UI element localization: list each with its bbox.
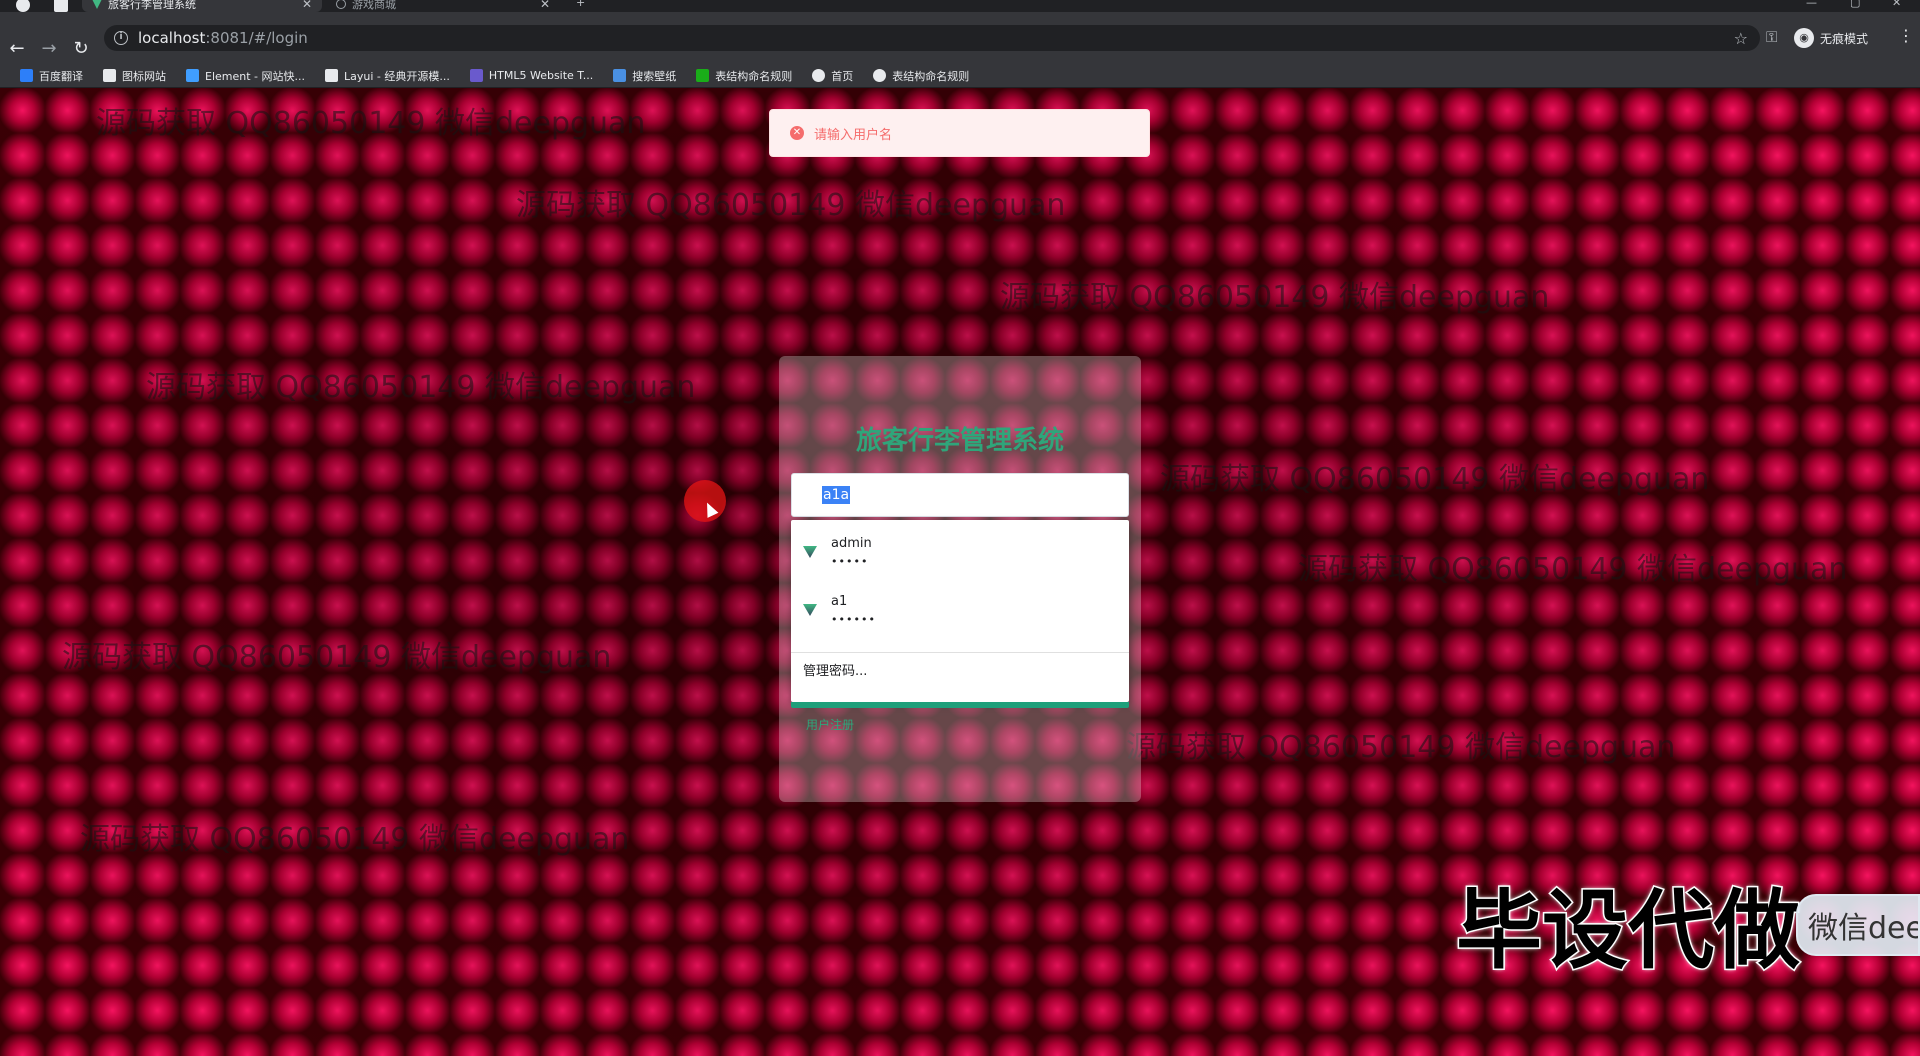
bookmark-label: 表结构命名规则 bbox=[892, 69, 970, 83]
incognito-icon: ◉ bbox=[1794, 28, 1814, 48]
layui-icon bbox=[325, 69, 338, 82]
bookmark-item[interactable]: 表结构命名规则 bbox=[863, 68, 979, 84]
close-icon[interactable]: ✕ bbox=[540, 0, 550, 11]
cursor-highlight bbox=[684, 480, 726, 522]
watermark: 源码获取 QQ86050149 微信deepguan bbox=[62, 640, 612, 675]
tab-inactive[interactable]: 游戏商城 ✕ bbox=[326, 0, 560, 12]
autofill-item-admin[interactable]: admin ••••• bbox=[791, 526, 1129, 578]
reload-icon[interactable]: ↻ bbox=[70, 38, 92, 60]
url-path: :8081/#/login bbox=[205, 29, 308, 47]
bookmark-label: 表结构命名规则 bbox=[715, 69, 793, 83]
element-icon bbox=[186, 69, 199, 82]
back-icon[interactable]: ← bbox=[6, 38, 28, 60]
error-message-toast: ✕ 请输入用户名 bbox=[769, 109, 1150, 157]
login-button[interactable] bbox=[791, 702, 1129, 708]
browser-tab-strip: 旅客行李管理系统 ✕ 游戏商城 ✕ + — ▢ ✕ bbox=[0, 0, 1920, 12]
maximize-icon[interactable]: ▢ bbox=[1850, 0, 1860, 9]
register-link[interactable]: 用户注册 bbox=[806, 716, 854, 733]
bookmark-item[interactable]: 搜索壁纸 bbox=[603, 68, 686, 84]
bookmark-label: HTML5 Website T... bbox=[488, 69, 594, 82]
divider bbox=[791, 652, 1129, 653]
translate-icon bbox=[20, 69, 33, 82]
more-menu-icon[interactable]: ⋮ bbox=[1898, 26, 1914, 45]
wallpaper-icon bbox=[613, 69, 627, 82]
vue-logo-icon bbox=[803, 604, 817, 616]
login-title: 旅客行李管理系统 bbox=[855, 426, 1064, 456]
watermark: 源码获取 QQ86050149 微信deepguan bbox=[1160, 462, 1710, 497]
minimize-icon[interactable]: — bbox=[1806, 0, 1817, 9]
autofill-username: a1 bbox=[831, 594, 848, 609]
bookmark-label: 首页 bbox=[831, 69, 854, 83]
bookmark-item[interactable]: 首页 bbox=[802, 68, 863, 84]
error-message-text: 请输入用户名 bbox=[814, 127, 893, 143]
bookmark-item[interactable]: Element - 网站快... bbox=[176, 68, 315, 84]
username-value: a1a bbox=[822, 486, 851, 504]
globe-icon bbox=[812, 69, 826, 82]
bookmark-item[interactable]: 图标网站 bbox=[93, 68, 176, 84]
watermark: 源码获取 QQ86050149 微信deepguan bbox=[516, 188, 1066, 223]
bookmark-item[interactable]: 表结构命名规则 bbox=[686, 68, 802, 84]
promo-badge: 微信deepguan bbox=[1796, 894, 1920, 956]
autofill-item-a1[interactable]: a1 •••••• bbox=[791, 584, 1129, 636]
tab-active[interactable]: 旅客行李管理系统 ✕ bbox=[82, 0, 322, 12]
manage-passwords-link[interactable]: 管理密码... bbox=[803, 660, 867, 679]
autofill-username: admin bbox=[831, 536, 872, 551]
autofill-password: •••••• bbox=[831, 613, 876, 626]
bookmark-label: 搜索壁纸 bbox=[632, 69, 677, 83]
vue-favicon-icon bbox=[92, 0, 102, 9]
bookmark-star-icon[interactable]: ☆ bbox=[1734, 29, 1748, 48]
forward-icon[interactable]: → bbox=[38, 38, 60, 60]
watermark: 源码获取 QQ86050149 微信deepguan bbox=[80, 822, 630, 857]
info-icon[interactable]: i bbox=[114, 31, 128, 45]
bookmark-item[interactable]: 百度翻译 bbox=[10, 68, 93, 84]
promo-title: 毕设代做 bbox=[1455, 880, 1802, 983]
bookmark-label: 图标网站 bbox=[122, 69, 166, 83]
bookmarks-bar: 百度翻译 图标网站 Element - 网站快... Layui - 经典开源模… bbox=[0, 64, 1920, 88]
window-close-icon[interactable]: ✕ bbox=[1892, 0, 1901, 9]
html5-icon bbox=[469, 69, 483, 82]
watermark: 源码获取 QQ86050149 微信deepguan bbox=[96, 106, 646, 141]
watermark: 源码获取 QQ86050149 微信deepguan bbox=[146, 370, 696, 405]
tab-search-icon[interactable] bbox=[54, 0, 68, 12]
bookmark-item[interactable]: Layui - 经典开源模... bbox=[315, 68, 460, 84]
promo-badge-text: 微信deepguan bbox=[1808, 911, 1920, 946]
browser-menu-icon[interactable] bbox=[16, 0, 30, 12]
autofill-dropdown: admin ••••• a1 •••••• 管理密码... bbox=[791, 520, 1129, 702]
username-input[interactable]: a1a bbox=[791, 473, 1129, 517]
sheet-icon bbox=[696, 69, 710, 82]
url-host: localhost bbox=[138, 29, 206, 47]
close-icon[interactable]: ✕ bbox=[302, 0, 312, 11]
new-tab-button[interactable]: + bbox=[576, 0, 585, 9]
tab-title: 游戏商城 bbox=[352, 0, 396, 11]
error-circle-icon: ✕ bbox=[790, 126, 804, 140]
globe-icon bbox=[873, 69, 887, 82]
globe-icon bbox=[336, 0, 346, 9]
bookmark-label: Element - 网站快... bbox=[205, 69, 305, 83]
watermark: 源码获取 QQ86050149 微信deepguan bbox=[1126, 730, 1676, 765]
page-viewport: 源码获取 QQ86050149 微信deepguan 源码获取 QQ860501… bbox=[0, 88, 1920, 1056]
tab-title: 旅客行李管理系统 bbox=[108, 0, 196, 11]
incognito-indicator[interactable]: ◉ 无痕模式 bbox=[1794, 27, 1868, 49]
address-bar[interactable]: i localhost:8081/#/login ☆ bbox=[104, 25, 1760, 51]
bookmark-item[interactable]: HTML5 Website T... bbox=[460, 69, 603, 82]
watermark: 源码获取 QQ86050149 微信deepguan bbox=[1298, 552, 1848, 587]
flag-icon bbox=[103, 69, 116, 82]
bookmark-label: Layui - 经典开源模... bbox=[344, 69, 450, 83]
bookmark-label: 百度翻译 bbox=[39, 69, 83, 83]
watermark: 源码获取 QQ86050149 微信deepguan bbox=[1000, 280, 1550, 315]
autofill-password: ••••• bbox=[831, 555, 869, 568]
login-card: 旅客行李管理系统 a1a admin ••••• a1 •••••• 管理密码.… bbox=[779, 356, 1141, 802]
key-icon[interactable]: ⚿ bbox=[1766, 28, 1777, 46]
incognito-label: 无痕模式 bbox=[1820, 31, 1869, 46]
vue-logo-icon bbox=[803, 546, 817, 558]
